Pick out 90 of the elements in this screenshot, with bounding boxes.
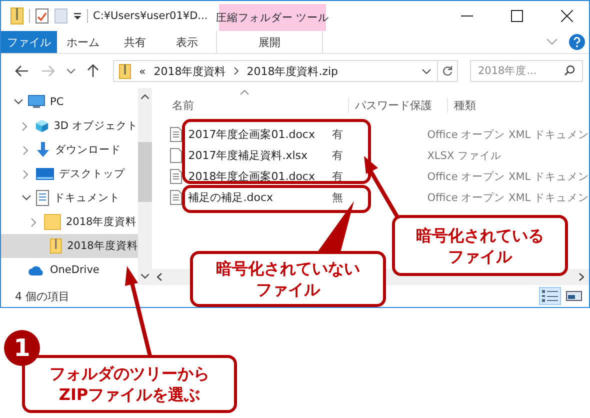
chevron-icon[interactable] [547,39,557,45]
dropdown-icon[interactable] [73,12,82,20]
tree-label: デスクトップ [59,167,125,181]
refresh-button[interactable] [438,60,458,82]
recent-dropdown-icon[interactable] [67,68,75,74]
dropdown-icon[interactable] [422,68,431,74]
folder-icon [44,214,61,230]
scroll-left-icon[interactable] [157,273,162,281]
sort-caret-icon [240,90,250,95]
column-header[interactable]: パスワード保護 [348,98,448,112]
item-count: 4 個の項目 [15,288,70,304]
tree-item[interactable]: 2018年度資料 [1,234,138,258]
tree-item[interactable]: ドキュメント [1,186,138,210]
collapsed-chevron-icon[interactable] [23,146,29,154]
callout-text: ファイル [256,279,320,300]
tree-label: ドキュメント [54,191,120,205]
column-header[interactable]: 種類 [447,98,589,112]
scroll-right-icon[interactable] [579,273,584,281]
separator-icon[interactable] [234,67,239,75]
document-icon [170,190,182,205]
details-view-button[interactable] [539,287,561,305]
protection-cell-text: 有 [332,148,344,163]
tree-label: 3D オブジェクト [54,119,138,133]
callout-text: ZIPファイルを選ぶ [58,384,200,405]
protection-cell-text: 有 [332,169,344,184]
vertical-scrollbar[interactable] [138,88,152,285]
scroll-up-icon[interactable] [141,94,150,99]
expanded-chevron-icon[interactable] [14,99,22,105]
zip-folder-icon[interactable] [10,7,24,25]
document-icon [170,127,182,142]
ribbon-tab[interactable]: 表示 [161,31,213,53]
expanded-chevron-icon[interactable] [22,195,30,201]
scroll-down-icon[interactable] [141,274,150,279]
callout-text: ファイル [448,246,512,266]
refresh-icon [442,65,453,77]
tree-item[interactable]: 3D オブジェクト [1,114,138,138]
help-icon[interactable] [569,34,585,50]
cube-icon [34,118,49,134]
file-icon [170,148,182,163]
ribbon-tab[interactable]: 共有 [109,31,161,53]
desktop-icon [36,168,54,180]
file-name[interactable]: 補足の補足.docx [188,190,274,205]
collapsed-chevron-icon[interactable] [22,122,28,130]
callout-text: フォルダのツリーから [50,363,210,384]
address-bar[interactable]: « 2018年度資料 2018年度資料.zip [113,60,438,82]
tree-label: ダウンロード [55,143,121,157]
search-icon [564,65,575,76]
type-cell: Office オープン XML ドキュメン [427,170,589,184]
overflow-mark[interactable]: « [139,64,146,78]
computer-icon [28,95,45,109]
tree-label: 2018年度資料 [67,239,138,253]
callout-text: 暗号化されていない [216,258,360,279]
cloud-icon [28,264,45,276]
window-title: C:¥Users¥user01¥D... [93,10,208,22]
download-arrow-icon [36,142,50,158]
up-icon[interactable] [87,64,99,78]
tree-item[interactable]: 2018年度資料 [1,210,138,234]
ribbon-tab[interactable]: ホーム [57,31,109,53]
document-icon [170,169,182,184]
type-cell: Office オープン XML ドキュメン [427,190,589,204]
file-name[interactable]: 2017年度企画案01.docx [188,127,315,142]
tree-item[interactable]: OneDrive [1,258,138,282]
tree-item[interactable]: PC [1,90,138,114]
document-icon [36,190,49,206]
ribbon-tab[interactable]: ファイル [1,31,57,53]
column-header[interactable]: 名前 [152,98,348,112]
tree-item[interactable]: ダウンロード [1,138,138,162]
back-icon[interactable] [15,65,29,77]
zip-folder-icon [50,237,62,255]
maximize-icon[interactable] [511,10,523,22]
step-badge: 1 [4,330,40,366]
search-field[interactable]: 2018年度... [470,60,583,82]
protection-cell-text: 無 [332,190,344,205]
type-cell: Office オープン XML ドキュメン [427,128,589,142]
breadcrumb[interactable]: 2018年度資料 [154,64,226,78]
tree-label: OneDrive [50,264,100,276]
file-name[interactable]: 2017年度補足資料.xlsx [188,148,308,163]
collapsed-chevron-icon[interactable] [31,218,37,226]
file-name[interactable]: 2018年度企画案01.docx [188,169,315,184]
collapsed-chevron-icon[interactable] [23,170,29,178]
zip-folder-icon [119,64,131,78]
ribbon-tab[interactable]: 展開 [216,31,323,53]
protection-cell-text: 有 [332,127,344,142]
breadcrumb[interactable]: 2018年度資料.zip [246,64,338,78]
tree-item[interactable]: デスクトップ [1,162,138,186]
tree-label: PC [50,96,64,108]
close-icon[interactable] [561,10,573,22]
tree-label: 2018年度資料 [66,215,137,229]
callout-text: 暗号化されている [416,224,544,246]
type-cell-text: XLSX ファイル [427,148,502,162]
